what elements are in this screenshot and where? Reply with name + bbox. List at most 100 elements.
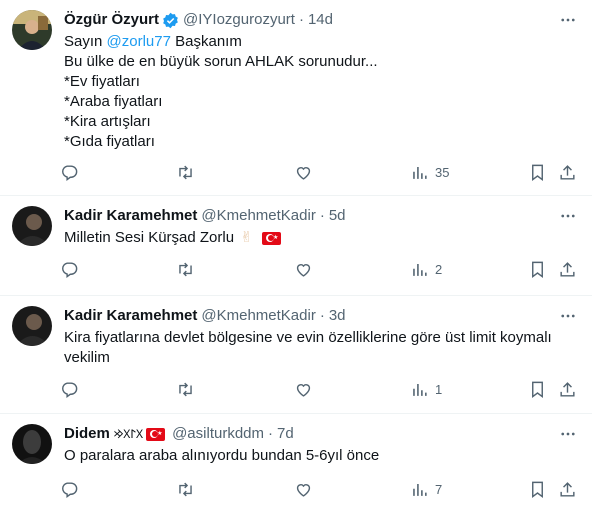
retweet-button[interactable]	[176, 480, 195, 499]
bookmark-button[interactable]	[528, 380, 547, 399]
reply-button[interactable]	[60, 163, 79, 182]
more-icon[interactable]	[558, 306, 578, 326]
author-name[interactable]: Didem	[64, 424, 110, 444]
like-button[interactable]	[294, 380, 313, 399]
author-handle[interactable]: @asilturkddm	[172, 424, 264, 444]
action-bar: 7	[62, 470, 592, 516]
tweet-text-line: Sayın	[64, 33, 103, 50]
retweet-icon	[179, 482, 192, 497]
author-name[interactable]: Kadir Karamehmet	[64, 206, 197, 226]
heart-icon	[296, 264, 311, 277]
timestamp[interactable]: 14d	[308, 10, 333, 30]
tweet-text: Kira fiyatlarına devlet bölgesine ve evi…	[64, 328, 576, 368]
author-handle[interactable]: @KmehmetKadir	[201, 206, 315, 226]
heart-icon	[296, 484, 311, 497]
reply-icon	[62, 165, 78, 182]
like-button[interactable]	[294, 480, 313, 499]
tweet-text-line: Başkanım	[175, 33, 242, 50]
tweet[interactable]: Kadir Karamehmet @KmehmetKadir · 5d Mill…	[0, 196, 592, 296]
views-count: 7	[435, 482, 443, 497]
timestamp[interactable]: 7d	[277, 424, 294, 444]
views-count: 2	[435, 262, 443, 277]
timestamp[interactable]: 5d	[329, 206, 346, 226]
bookmark-icon	[532, 481, 543, 499]
tweet[interactable]: Özgür Özyurt @IYIozgurozyurt · 14d Sayın…	[0, 0, 592, 196]
share-icon	[560, 165, 575, 180]
like-button[interactable]	[294, 260, 313, 279]
share-button[interactable]	[558, 380, 577, 399]
more-icon[interactable]	[558, 424, 578, 444]
avatar[interactable]	[12, 424, 52, 464]
reply-button[interactable]	[60, 480, 79, 499]
share-button[interactable]	[558, 163, 577, 182]
tweet-text-line: *Ev fiyatları	[64, 73, 140, 90]
separator-dot: ·	[319, 207, 325, 224]
views-count: 35	[435, 165, 450, 180]
author-name[interactable]: Kadir Karamehmet	[64, 306, 197, 326]
mention-link[interactable]: @zorlu77	[107, 33, 171, 50]
bookmark-button[interactable]	[528, 480, 547, 499]
bookmark-button[interactable]	[528, 163, 547, 182]
share-button[interactable]	[558, 480, 577, 499]
separator-dot: ·	[268, 425, 273, 442]
victory-hand-icon: ✌	[240, 229, 253, 247]
tweet-text: O paralara araba alınıyordu bundan 5-6yı…	[64, 446, 576, 466]
share-icon	[560, 262, 575, 277]
retweet-icon	[179, 382, 192, 397]
reply-button[interactable]	[60, 260, 79, 279]
retweet-icon	[179, 262, 192, 277]
avatar[interactable]	[12, 10, 52, 50]
share-icon	[560, 382, 575, 397]
retweet-button[interactable]	[176, 380, 195, 399]
tweet-text: Milletin Sesi Kürşad Zorlu ✌ ★	[64, 228, 576, 248]
tweet-text-line: O paralara araba alınıyordu bundan 5-6yı…	[64, 447, 380, 464]
tweet-text-line: Kira fiyatlarına devlet bölgesine ve evi…	[64, 329, 552, 346]
verified-badge-icon	[162, 12, 179, 29]
reply-button[interactable]	[60, 380, 79, 399]
tweet[interactable]: Didem 𐰓𐰃𐰓𐰢 ★ @asilturkddm · 7d O paralar…	[0, 414, 592, 516]
turkey-flag-icon: ★	[146, 427, 166, 441]
separator-dot: ·	[298, 11, 304, 28]
action-bar: 35	[62, 153, 592, 199]
like-button[interactable]	[294, 163, 313, 182]
views-button[interactable]: 35	[410, 163, 449, 182]
timestamp[interactable]: 3d	[329, 306, 346, 326]
views-button[interactable]: 1	[410, 380, 442, 399]
retweet-icon	[179, 165, 192, 180]
tweet-text-line: vekilim	[64, 349, 110, 366]
avatar[interactable]	[12, 306, 52, 346]
views-count: 1	[435, 382, 443, 397]
tweet-text-line: Bu ülke de en büyük sorun AHLAK sorunudu…	[64, 53, 378, 70]
views-icon	[413, 483, 427, 496]
tweet-text-line: Milletin Sesi Kürşad Zorlu	[64, 229, 235, 246]
more-icon[interactable]	[558, 206, 578, 226]
views-button[interactable]: 7	[410, 480, 442, 499]
bookmark-button[interactable]	[528, 260, 547, 279]
author-name[interactable]: Özgür Özyurt	[64, 10, 159, 30]
bookmark-icon	[532, 164, 543, 182]
action-bar: 2	[62, 250, 592, 296]
heart-icon	[296, 167, 311, 180]
bookmark-icon	[532, 261, 543, 279]
tweet[interactable]: Kadir Karamehmet @KmehmetKadir · 3d Kira…	[0, 296, 592, 414]
reply-icon	[62, 262, 78, 279]
share-icon	[560, 482, 575, 497]
views-button[interactable]: 2	[410, 260, 442, 279]
bookmark-icon	[532, 381, 543, 399]
avatar[interactable]	[12, 206, 52, 246]
heart-icon	[296, 384, 311, 397]
more-icon[interactable]	[558, 10, 578, 30]
views-icon	[413, 166, 427, 179]
tweet-text-line: *Kira artışları	[64, 113, 151, 130]
tweet-text-line: *Gıda fiyatları	[64, 133, 155, 150]
separator-dot: ·	[319, 307, 325, 324]
share-button[interactable]	[558, 260, 577, 279]
author-handle[interactable]: @IYIozgurozyurt	[183, 10, 295, 30]
author-name-suffix: 𐰓𐰃𐰓𐰢	[113, 427, 144, 441]
views-icon	[413, 383, 427, 396]
reply-icon	[62, 482, 78, 499]
views-icon	[413, 263, 427, 276]
retweet-button[interactable]	[176, 163, 195, 182]
author-handle[interactable]: @KmehmetKadir	[201, 306, 315, 326]
retweet-button[interactable]	[176, 260, 195, 279]
